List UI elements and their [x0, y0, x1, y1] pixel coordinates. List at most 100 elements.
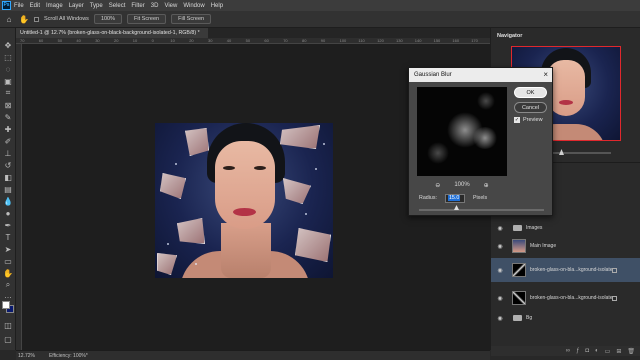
type-tool-icon[interactable]: T: [3, 232, 13, 242]
add-mask-icon[interactable]: ◘: [585, 348, 589, 354]
foreground-color-swatch[interactable]: [2, 301, 10, 309]
layer-name: Bg: [526, 315, 533, 321]
photoshop-logo: Ps: [2, 1, 11, 10]
new-group-icon[interactable]: ▭: [605, 348, 611, 355]
visibility-eye-icon[interactable]: ◉: [493, 295, 507, 302]
visibility-eye-icon[interactable]: ◉: [493, 225, 507, 232]
blur-tool-icon[interactable]: 💧: [3, 196, 13, 206]
radius-input[interactable]: 15.0: [444, 193, 465, 203]
adjustment-layer-icon[interactable]: ◐: [595, 348, 599, 354]
history-brush-tool-icon[interactable]: ↺: [3, 160, 13, 170]
menu-image[interactable]: Image: [46, 3, 63, 9]
fit-screen-button[interactable]: Fit Screen: [127, 14, 167, 24]
eraser-tool-icon[interactable]: ◧: [3, 172, 13, 182]
sparkle: [305, 213, 307, 215]
document-tab[interactable]: Untitled-1 @ 12.7% (broken-glass-on-blac…: [16, 28, 208, 38]
object-selection-tool-icon[interactable]: ▣: [3, 76, 13, 86]
close-icon[interactable]: ×: [543, 70, 548, 79]
dodge-tool-icon[interactable]: ●: [3, 208, 13, 218]
layer-name: broken-glass-on-bla...kground-isolated-1: [530, 267, 612, 273]
path-selection-tool-icon[interactable]: ➤: [3, 244, 13, 254]
ruler-tick: 120: [377, 38, 384, 43]
marquee-tool-icon[interactable]: ⬚: [3, 52, 13, 62]
zoom-tool-icon[interactable]: ⌕: [3, 280, 13, 290]
frame-tool-icon[interactable]: ⊠: [3, 100, 13, 110]
screen-mode-icon[interactable]: ▢: [3, 334, 13, 344]
cancel-button[interactable]: Cancel: [514, 102, 547, 113]
quick-mask-icon[interactable]: ◫: [3, 320, 13, 330]
menu-file[interactable]: File: [14, 3, 24, 9]
radius-unit: Pixels: [472, 195, 488, 201]
ok-button[interactable]: OK: [514, 87, 547, 98]
menu-layer[interactable]: Layer: [69, 3, 84, 9]
link-layers-icon[interactable]: ∞: [566, 348, 570, 354]
document-image[interactable]: [155, 123, 333, 278]
delete-layer-icon[interactable]: 🗑: [627, 348, 635, 355]
right-eye: [254, 166, 266, 170]
document-tab-bar: Untitled-1 @ 12.7% (broken-glass-on-blac…: [16, 28, 490, 38]
menu-select[interactable]: Select: [109, 3, 126, 9]
ruler-tick: 110: [358, 38, 365, 43]
ruler-tick: 90: [320, 38, 326, 43]
glass-shard: [185, 128, 209, 156]
layers-panel-footer: ∞ ƒ ◘ ◐ ▭ ⊞ 🗑: [491, 346, 640, 356]
ruler-tick: 60: [264, 38, 269, 43]
blur-highlight: [472, 127, 498, 149]
clone-stamp-tool-icon[interactable]: ⊥: [3, 148, 13, 158]
menu-3d[interactable]: 3D: [151, 3, 159, 9]
status-zoom[interactable]: 12.72%: [18, 353, 35, 359]
ruler-tick: 40: [76, 38, 81, 43]
move-tool-icon[interactable]: ✥: [3, 40, 13, 50]
fill-screen-button[interactable]: Fill Screen: [171, 14, 212, 24]
visibility-eye-icon[interactable]: ◉: [493, 267, 507, 274]
menu-filter[interactable]: Filter: [131, 3, 144, 9]
menu-window[interactable]: Window: [183, 3, 204, 9]
zoom-in-icon[interactable]: ⊕: [484, 182, 489, 189]
radius-label: Radius:: [419, 195, 437, 201]
neck: [221, 223, 271, 278]
sparkle: [315, 168, 317, 170]
glass-shard: [283, 178, 311, 204]
eyedropper-tool-icon[interactable]: ✎: [3, 112, 13, 122]
layer-row[interactable]: ◉ Bg: [491, 306, 640, 330]
crop-tool-icon[interactable]: ⌗: [3, 88, 13, 98]
blur-preview[interactable]: [417, 87, 507, 176]
lasso-tool-icon[interactable]: ◌: [3, 64, 13, 74]
blur-highlight: [427, 142, 449, 164]
visibility-eye-icon[interactable]: ◉: [493, 243, 507, 250]
glass-shard: [177, 218, 205, 244]
hand-tool-icon[interactable]: ✋: [19, 14, 29, 24]
radius-slider[interactable]: [419, 209, 544, 211]
radius-row: Radius: 15.0 Pixels: [419, 193, 547, 203]
new-layer-icon[interactable]: ⊞: [616, 348, 621, 355]
lips: [233, 208, 256, 216]
ruler-tick: 20: [114, 38, 119, 43]
layer-row-selected[interactable]: ◉ broken-glass-on-bla...kground-isolated…: [491, 258, 640, 282]
layer-row[interactable]: ◉ Main Image: [491, 234, 640, 258]
healing-brush-tool-icon[interactable]: ✚: [3, 124, 13, 134]
radius-slider-knob[interactable]: [454, 205, 459, 210]
hand-tool-icon[interactable]: ✋: [3, 268, 13, 278]
preview-checkbox[interactable]: ✓: [514, 117, 520, 123]
menu-help[interactable]: Help: [211, 3, 223, 9]
zoom-out-icon[interactable]: ⊖: [435, 182, 440, 189]
menu-edit[interactable]: Edit: [30, 3, 40, 9]
zoom-100-button[interactable]: 100%: [93, 14, 123, 24]
glass-shard: [295, 228, 331, 262]
visibility-eye-icon[interactable]: ◉: [493, 315, 507, 322]
dialog-title-bar[interactable]: Gaussian Blur ×: [409, 68, 552, 82]
status-efficiency[interactable]: Efficiency: 100%*: [49, 353, 88, 359]
fx-icon[interactable]: ƒ: [576, 348, 579, 354]
menu-view[interactable]: View: [164, 3, 177, 9]
more-tools-icon[interactable]: …: [3, 290, 13, 300]
brush-tool-icon[interactable]: ✐: [3, 136, 13, 146]
pen-tool-icon[interactable]: ✒: [3, 220, 13, 230]
ruler-tick: 40: [226, 38, 232, 43]
gradient-tool-icon[interactable]: ▤: [3, 184, 13, 194]
preview-checkbox-row[interactable]: ✓ Preview: [514, 117, 543, 123]
home-icon[interactable]: ⌂: [4, 14, 14, 24]
navigator-panel-title[interactable]: Navigator: [491, 33, 640, 42]
scroll-all-windows-checkbox[interactable]: [34, 16, 39, 22]
rectangle-tool-icon[interactable]: ▭: [3, 256, 13, 266]
menu-type[interactable]: Type: [90, 3, 103, 9]
